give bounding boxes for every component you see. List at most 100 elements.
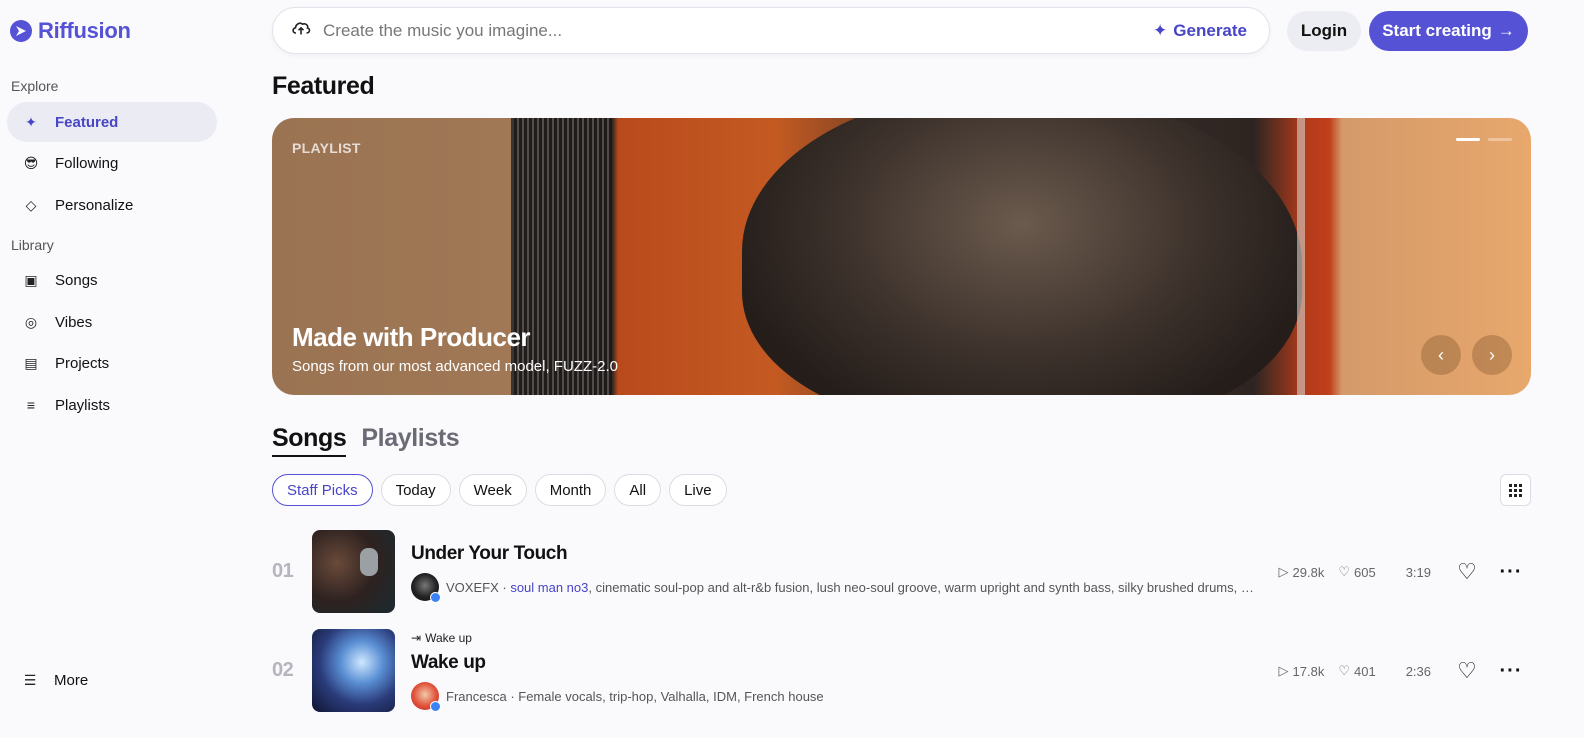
artist-avatar[interactable] (411, 682, 441, 712)
tab-songs[interactable]: Songs (272, 424, 347, 457)
prompt-bar: ✦ Generate (272, 7, 1270, 54)
play-count: ▷ 17.8k (1278, 663, 1325, 679)
tab-playlists[interactable]: Playlists (361, 424, 459, 457)
song-meta: Francesca · Female vocals, trip-hop, Val… (446, 689, 824, 704)
sidebar-item-label: Projects (55, 354, 110, 372)
carousel-prev-button[interactable]: ‹ (1421, 335, 1461, 375)
generate-label: Generate (1173, 20, 1247, 40)
banner-art-stripes (514, 118, 612, 395)
banner-art-edge (1297, 118, 1305, 395)
more-menu-button[interactable]: ☰ More (22, 672, 88, 689)
filter-live[interactable]: Live (669, 474, 727, 506)
song-description: Female vocals, trip-hop, Valhalla, IDM, … (518, 689, 824, 704)
featured-banner[interactable]: PLAYLIST Made with Producer Songs from o… (272, 118, 1531, 395)
song-rank: 02 (272, 659, 294, 681)
brand-logo[interactable]: Riffusion (10, 18, 131, 44)
verified-badge-icon (430, 701, 441, 712)
sidebar-item-songs[interactable]: ▣ Songs (7, 260, 217, 300)
riffusion-logo-icon (10, 20, 32, 42)
app-root: Riffusion Explore ✦ Featured 😎 Following… (0, 0, 1584, 738)
song-row[interactable]: 02 ⇥ Wake up Wake up Francesca · Female … (272, 629, 1531, 713)
song-cover[interactable] (312, 530, 395, 613)
filter-chips: Staff Picks Today Week Month All Live (272, 474, 727, 506)
song-description: , cinematic soul-pop and alt-r&b fusion,… (588, 580, 1258, 595)
artist-name[interactable]: Francesca (446, 689, 507, 704)
sidebar-item-label: Personalize (55, 196, 134, 214)
prompt-input[interactable] (323, 20, 1154, 41)
like-button-heart-icon[interactable]: ♡ (1455, 559, 1479, 584)
chevron-left-icon: ‹ (1438, 344, 1444, 365)
song-title[interactable]: Under Your Touch (411, 543, 568, 565)
carousel-dot[interactable] (1488, 138, 1512, 141)
generate-button[interactable]: ✦ Generate (1153, 21, 1247, 41)
banner-title: Made with Producer (292, 322, 531, 352)
diamond-icon: ◇ (25, 196, 37, 213)
hamburger-icon: ☰ (23, 672, 37, 688)
banner-artwork (742, 118, 1302, 395)
song-meta: VOXEFX · soul man no3, cinematic soul-po… (446, 580, 1258, 595)
section-label-explore: Explore (11, 78, 59, 94)
sidebar: Riffusion Explore ✦ Featured 😎 Following… (0, 0, 232, 738)
song-stats: ▷ 29.8k ♡ 605 3:19 ♡ ··· (1279, 530, 1531, 614)
content-tabs: Songs Playlists (272, 424, 460, 457)
tag-link[interactable]: soul man no3 (510, 580, 588, 595)
more-options-icon[interactable]: ··· (1499, 659, 1523, 683)
sidebar-item-vibes[interactable]: ◎ Vibes (7, 302, 217, 342)
briefcase-icon: ▤ (24, 354, 38, 371)
more-label: More (54, 672, 89, 689)
sidebar-item-label: Featured (55, 113, 119, 131)
like-button-heart-icon[interactable]: ♡ (1455, 658, 1479, 683)
start-creating-button[interactable]: Start creating → (1369, 11, 1528, 51)
remix-arrow-icon: ⇥ (411, 631, 422, 645)
login-button[interactable]: Login (1287, 11, 1361, 51)
song-title[interactable]: Wake up (411, 652, 486, 674)
heart-small-icon: ♡ (1338, 564, 1350, 579)
playlist-icon: ≡ (26, 397, 36, 413)
heart-small-icon: ♡ (1338, 663, 1350, 678)
sidebar-item-label: Following (55, 154, 119, 172)
filter-month[interactable]: Month (534, 474, 607, 506)
carousel-dot-active[interactable] (1456, 138, 1480, 141)
filter-staff-picks[interactable]: Staff Picks (272, 474, 373, 506)
song-stats: ▷ 17.8k ♡ 401 2:36 ♡ ··· (1279, 629, 1531, 713)
artist-avatar[interactable] (411, 573, 441, 603)
grid-icon (1509, 483, 1512, 487)
play-count: ▷ 29.8k (1278, 564, 1325, 580)
sidebar-item-label: Songs (55, 271, 98, 289)
sidebar-item-projects[interactable]: ▤ Projects (7, 343, 217, 383)
filter-week[interactable]: Week (458, 474, 527, 506)
music-box-icon: ▣ (24, 271, 38, 288)
sunglasses-icon: 😎 (23, 154, 39, 171)
song-rank: 01 (272, 560, 294, 582)
sidebar-item-personalize[interactable]: ◇ Personalize (7, 185, 217, 225)
carousel-next-button[interactable]: › (1472, 335, 1512, 375)
sparkle-icon: ✦ (25, 113, 37, 130)
more-options-icon[interactable]: ··· (1499, 560, 1523, 584)
song-row[interactable]: 01 Under Your Touch VOXEFX · soul man no… (272, 530, 1531, 614)
featured-heading: Featured (272, 72, 375, 100)
banner-kicker: PLAYLIST (292, 140, 361, 156)
sidebar-item-playlists[interactable]: ≡ Playlists (7, 385, 217, 425)
sidebar-item-label: Playlists (55, 396, 111, 414)
sidebar-item-featured[interactable]: ✦ Featured (7, 102, 217, 142)
sidebar-item-following[interactable]: 😎 Following (7, 143, 217, 183)
start-creating-label: Start creating (1382, 21, 1492, 40)
filter-all[interactable]: All (614, 474, 662, 506)
song-cover[interactable] (312, 629, 395, 712)
like-count: ♡ 401 (1338, 663, 1376, 679)
verified-badge-icon (430, 592, 441, 603)
artist-name[interactable]: VOXEFX (446, 580, 499, 595)
brand-name: Riffusion (38, 18, 131, 43)
arrow-right-icon: → (1497, 21, 1515, 40)
sparkle-icon: ✦ (1153, 20, 1168, 40)
section-label-library: Library (11, 237, 54, 253)
song-duration: 2:36 (1405, 663, 1431, 679)
remix-source[interactable]: ⇥ Wake up (411, 631, 472, 645)
carousel-indicators (1456, 138, 1512, 141)
chevron-right-icon: › (1489, 344, 1495, 365)
grid-view-button[interactable] (1500, 474, 1531, 506)
play-icon: ▷ (1278, 663, 1289, 678)
filter-today[interactable]: Today (380, 474, 451, 506)
upload-cloud-icon[interactable] (291, 19, 311, 42)
like-count: ♡ 605 (1338, 564, 1376, 580)
